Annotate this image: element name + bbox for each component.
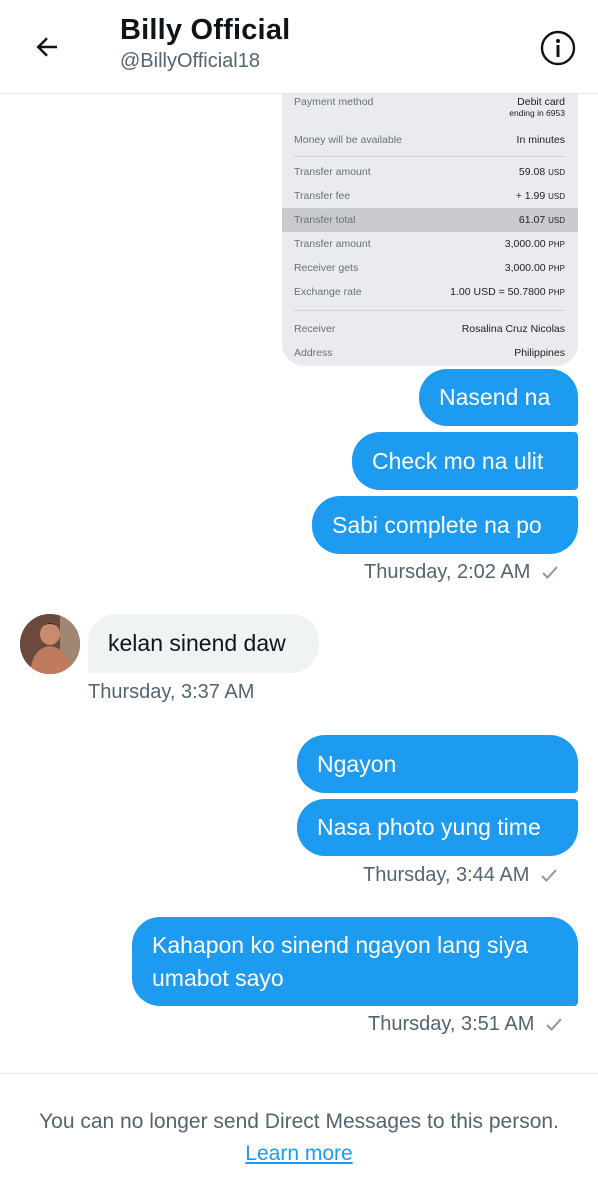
receipt-row-available: Money will be available In minutes xyxy=(294,134,565,146)
receipt-row-payment-method: Payment method Debit card ending in 6953 xyxy=(294,96,565,118)
dm-disabled-notice: You can no longer send Direct Messages t… xyxy=(39,1110,559,1165)
checkmark-icon xyxy=(541,869,558,882)
receipt-row-transfer-fee: Transfer fee + 1.99 USD xyxy=(294,190,565,202)
conversation-handle[interactable]: @BillyOfficial18 xyxy=(120,50,260,73)
back-button[interactable] xyxy=(26,26,68,68)
message-bubble-outgoing[interactable]: Kahapon ko sinend ngayon lang siya umabo… xyxy=(132,917,578,1006)
message-bubble-outgoing[interactable]: Nasend na xyxy=(419,369,578,426)
message-timestamp: Thursday, 3:37 AM xyxy=(88,680,255,703)
message-bubble-outgoing[interactable]: Sabi complete na po xyxy=(312,496,578,554)
receipt-row-receiver-gets: Receiver gets 3,000.00 PHP xyxy=(294,262,565,274)
checkmark-icon xyxy=(546,1018,563,1031)
conversation-header: Billy Official @BillyOfficial18 xyxy=(0,0,598,94)
message-timestamp: Thursday, 3:44 AM xyxy=(363,861,559,889)
conversation-title[interactable]: Billy Official xyxy=(120,14,290,47)
receipt-row-exchange-rate: Exchange rate 1.00 USD = 50.7800 PHP xyxy=(294,286,565,298)
info-button[interactable] xyxy=(538,28,578,68)
message-timestamp: Thursday, 3:51 AM xyxy=(368,1010,564,1038)
receipt-row-transfer-amount-usd: Transfer amount 59.08 USD xyxy=(294,166,565,178)
avatar[interactable] xyxy=(20,614,80,674)
message-timestamp: Thursday, 2:02 AM xyxy=(364,558,560,586)
receipt-row-transfer-amount-php: Transfer amount 3,000.00 PHP xyxy=(294,238,565,250)
checkmark-icon xyxy=(542,566,559,579)
footer-divider xyxy=(0,1073,598,1074)
info-icon xyxy=(540,30,576,66)
receipt-row-transfer-total: Transfer total 61.07 USD xyxy=(294,214,565,226)
receipt-row-address: Address Philippines xyxy=(294,347,565,359)
message-bubble-outgoing[interactable]: Nasa photo yung time xyxy=(297,799,578,856)
learn-more-link[interactable]: Learn more xyxy=(245,1142,352,1165)
receipt-image[interactable]: Payment method Debit card ending in 6953 … xyxy=(282,80,578,366)
receipt-divider xyxy=(294,310,565,311)
arrow-left-icon xyxy=(36,37,57,57)
avatar-photo xyxy=(20,614,80,674)
message-bubble-incoming[interactable]: kelan sinend daw xyxy=(88,614,319,673)
receipt-divider xyxy=(294,156,565,157)
message-bubble-outgoing[interactable]: Check mo na ulit xyxy=(352,432,578,490)
message-bubble-outgoing[interactable]: Ngayon xyxy=(297,735,578,793)
receipt-row-receiver: Receiver Rosalina Cruz Nicolas xyxy=(294,323,565,335)
